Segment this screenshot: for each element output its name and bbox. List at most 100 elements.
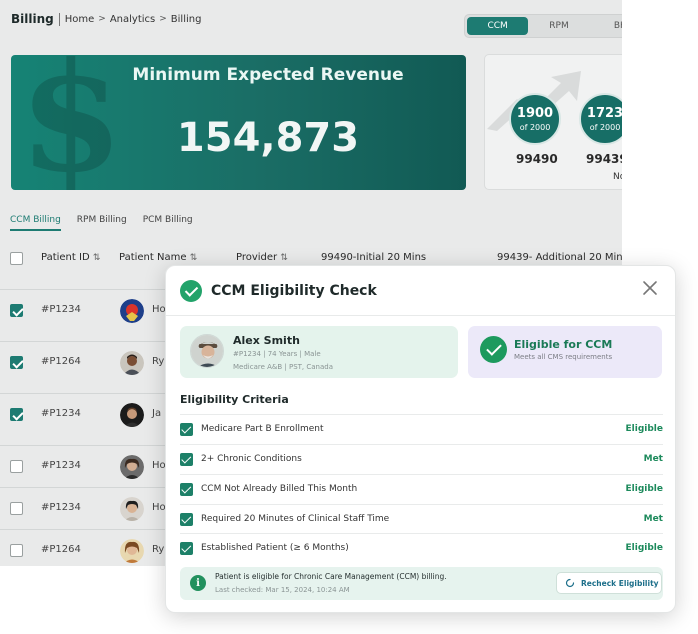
program-option-rpm[interactable]: RPM <box>528 17 589 35</box>
modal-header: CCM Eligibility Check <box>166 266 675 316</box>
eligibility-status-title: Eligible for CCM <box>514 338 613 351</box>
criteria-label: Medicare Part B Enrollment <box>201 424 324 434</box>
checkbox-checked-icon <box>180 453 193 466</box>
patient-name: Alex Smith <box>233 334 300 347</box>
checkbox-checked-icon <box>180 483 193 496</box>
criteria-item: Required 20 Minutes of Clinical Staff Ti… <box>180 504 663 533</box>
criteria-label: Established Patient (≥ 6 Months) <box>201 543 349 553</box>
avatar <box>120 539 144 563</box>
chevron-right-icon: > <box>98 14 106 24</box>
criteria-label: CCM Not Already Billed This Month <box>201 484 358 494</box>
modal-title: CCM Eligibility Check <box>211 283 377 299</box>
program-option-ccm[interactable]: CCM <box>467 17 529 35</box>
check-circle-icon <box>480 336 507 363</box>
criteria-item: 2+ Chronic Conditions Met <box>180 444 663 473</box>
recheck-eligibility-button[interactable]: Recheck Eligibility <box>556 572 662 594</box>
revenue-title: Minimum Expected Revenue <box>132 65 404 85</box>
column-header-99439: 99439- Additional 20 Mins <box>497 252 622 263</box>
column-header-patient-id[interactable]: Patient ID ⇅ <box>41 252 100 263</box>
eligibility-note: i Patient is eligible for Chronic Care M… <box>180 567 663 600</box>
criteria-heading: Eligibility Criteria <box>180 393 289 406</box>
patient-name: Ry <box>152 544 165 555</box>
patient-card: Alex Smith #P1234 | 74 Years | Male Medi… <box>180 326 458 378</box>
revenue-card: $ Minimum Expected Revenue 154,873 <box>11 55 466 190</box>
breadcrumb: Billing Home > Analytics > Billing <box>11 10 201 28</box>
criteria-item: Medicare Part B Enrollment Eligible <box>180 414 663 443</box>
column-header-provider[interactable]: Provider ⇅ <box>236 252 288 263</box>
check-circle-icon <box>180 280 202 302</box>
avatar <box>120 403 144 427</box>
breadcrumb-home[interactable]: Home <box>65 14 95 25</box>
stat-count: 1723 <box>586 106 622 121</box>
refresh-icon <box>565 578 575 588</box>
stat-circle-99439: 1723 of 2000 <box>579 93 622 145</box>
breadcrumb-divider <box>58 12 60 26</box>
column-label: Provider <box>236 252 278 263</box>
stat-code: 99490 <box>516 152 558 166</box>
criteria-item: Established Patient (≥ 6 Months) Eligibl… <box>180 533 663 562</box>
patient-name: Ho <box>152 502 166 513</box>
patient-name: Ja <box>152 408 162 419</box>
patient-id: #P1234 <box>41 460 81 471</box>
criteria-status: Eligible <box>625 484 663 494</box>
row-checkbox[interactable] <box>10 304 23 317</box>
tab-rpm-billing[interactable]: RPM Billing <box>77 215 127 231</box>
patient-name: Ho <box>152 304 166 315</box>
info-icon: i <box>190 575 206 591</box>
stat-of-total: of 2000 <box>589 123 621 132</box>
patient-id: #P1264 <box>41 356 81 367</box>
tab-ccm-billing[interactable]: CCM Billing <box>10 215 61 231</box>
row-checkbox[interactable] <box>10 460 23 473</box>
avatar <box>120 351 144 375</box>
criteria-status: Met <box>643 514 663 524</box>
sort-icon: ⇅ <box>189 253 198 263</box>
note-text: Patient is eligible for Chronic Care Man… <box>215 572 447 581</box>
billing-tabs: CCM Billing RPM Billing PCM Billing <box>10 215 193 231</box>
stat-note: No <box>613 172 622 182</box>
criteria-status: Met <box>643 454 663 464</box>
stat-count: 1900 <box>516 106 554 121</box>
breadcrumb-billing: Billing <box>170 13 202 25</box>
patient-insurance: Medicare A&B | PST, Canada <box>233 363 334 371</box>
billing-stats-card: 1900 of 2000 99490 1723 of 2000 99439 No <box>484 54 622 190</box>
program-toggle: CCM RPM BH <box>464 14 622 38</box>
eligibility-modal: CCM Eligibility Check Alex Smith #P1234 … <box>165 265 676 613</box>
criteria-item: CCM Not Already Billed This Month Eligib… <box>180 474 663 503</box>
row-checkbox[interactable] <box>10 502 23 515</box>
stat-code: 99439 <box>586 152 622 166</box>
row-checkbox[interactable] <box>10 544 23 557</box>
stat-circle-99490: 1900 of 2000 <box>509 93 561 145</box>
eligibility-status-subtitle: Meets all CMS requirements <box>514 353 613 361</box>
patient-id: #P1264 <box>41 544 81 555</box>
column-header-99490: 99490-Initial 20 Mins <box>321 252 427 263</box>
revenue-value: 154,873 <box>176 115 360 161</box>
patient-demographics: #P1234 | 74 Years | Male <box>233 350 321 358</box>
sort-icon: ⇅ <box>280 253 288 263</box>
chevron-right-icon: > <box>159 14 167 24</box>
breadcrumb-analytics[interactable]: Analytics <box>110 14 155 25</box>
column-header-patient-name[interactable]: Patient Name ⇅ <box>119 252 197 263</box>
program-option-bh[interactable]: BH <box>590 17 622 35</box>
patient-id: #P1234 <box>41 502 81 513</box>
criteria-label: 2+ Chronic Conditions <box>201 454 302 464</box>
eligibility-status-card: Eligible for CCM Meets all CMS requireme… <box>468 326 662 378</box>
avatar <box>120 299 144 323</box>
row-checkbox[interactable] <box>10 408 23 421</box>
tab-pcm-billing[interactable]: PCM Billing <box>143 215 193 231</box>
last-checked: Last checked: Mar 15, 2024, 10:24 AM <box>215 586 350 594</box>
recheck-eligibility-label: Recheck Eligibility <box>581 578 659 588</box>
page-title: Billing <box>11 12 54 26</box>
avatar <box>120 497 144 521</box>
patient-name: Ry <box>152 356 165 367</box>
close-icon[interactable] <box>641 279 659 297</box>
stat-of-total: of 2000 <box>519 123 551 132</box>
checkbox-checked-icon <box>180 423 193 436</box>
patient-name: Ho <box>152 460 166 471</box>
select-all-checkbox[interactable] <box>10 252 23 265</box>
criteria-status: Eligible <box>625 424 663 434</box>
patient-id: #P1234 <box>41 304 81 315</box>
row-checkbox[interactable] <box>10 356 23 369</box>
avatar <box>190 334 224 368</box>
criteria-label: Required 20 Minutes of Clinical Staff Ti… <box>201 514 390 524</box>
checkbox-checked-icon <box>180 513 193 526</box>
